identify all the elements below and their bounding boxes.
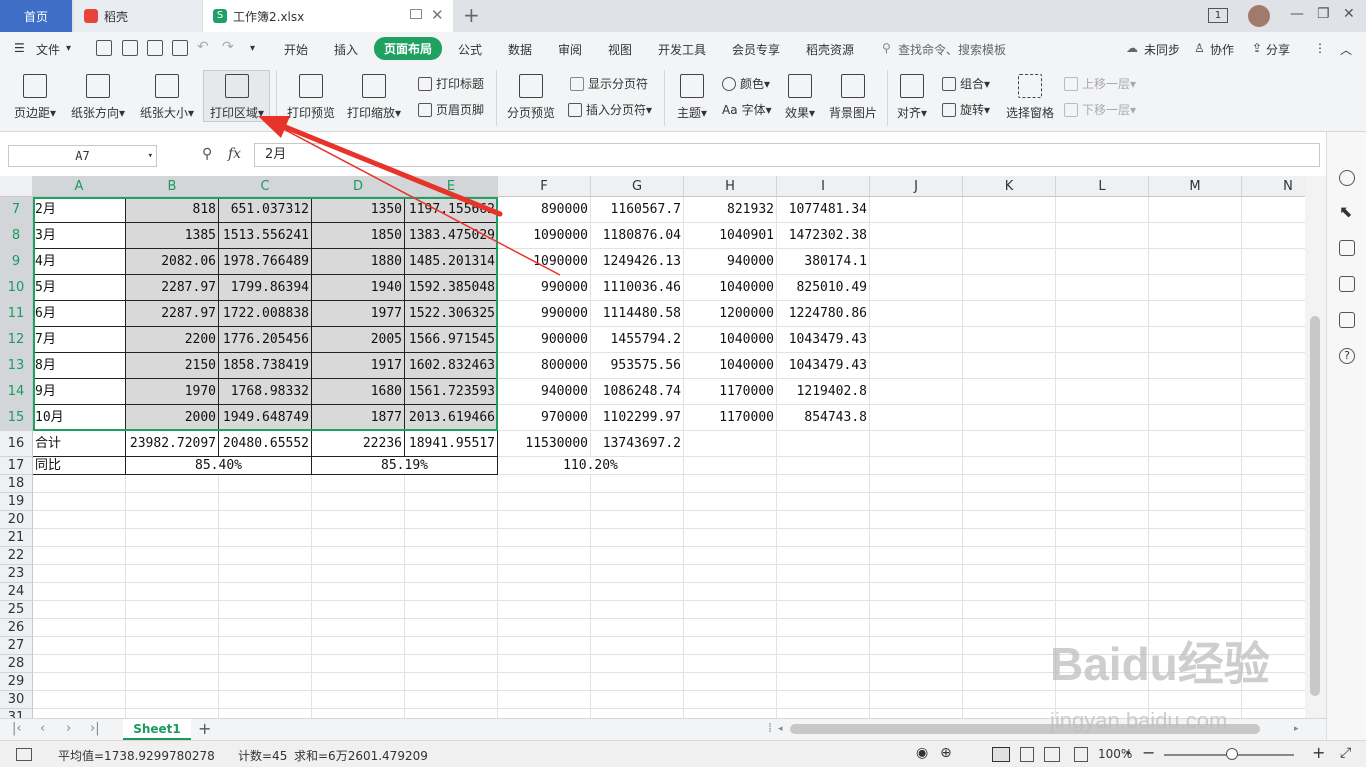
watermark-logo: Baidu经验 — [1050, 638, 1270, 690]
arrow-head — [258, 116, 290, 138]
arrow-shaft — [275, 121, 503, 217]
arrow-thin-line — [273, 123, 561, 276]
watermark-url: jingyan.baidu.com — [1050, 708, 1228, 733]
